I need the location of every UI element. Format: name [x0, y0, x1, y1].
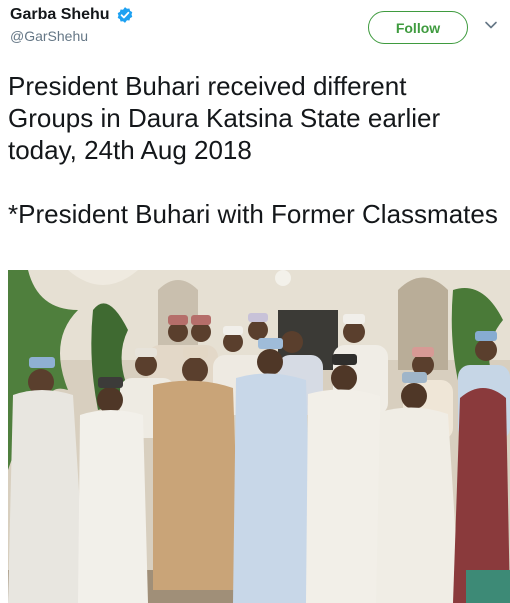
tweet-photo[interactable]	[8, 270, 510, 603]
tweet-text: President Buhari received different Grou…	[8, 71, 498, 229]
tweet-header: Garba Shehu @GarShehu Follow	[10, 6, 502, 54]
chevron-down-icon[interactable]	[482, 16, 500, 34]
follow-button[interactable]: Follow	[368, 11, 468, 44]
verified-badge-icon	[116, 6, 134, 24]
author-display-name[interactable]: Garba Shehu	[10, 6, 110, 24]
